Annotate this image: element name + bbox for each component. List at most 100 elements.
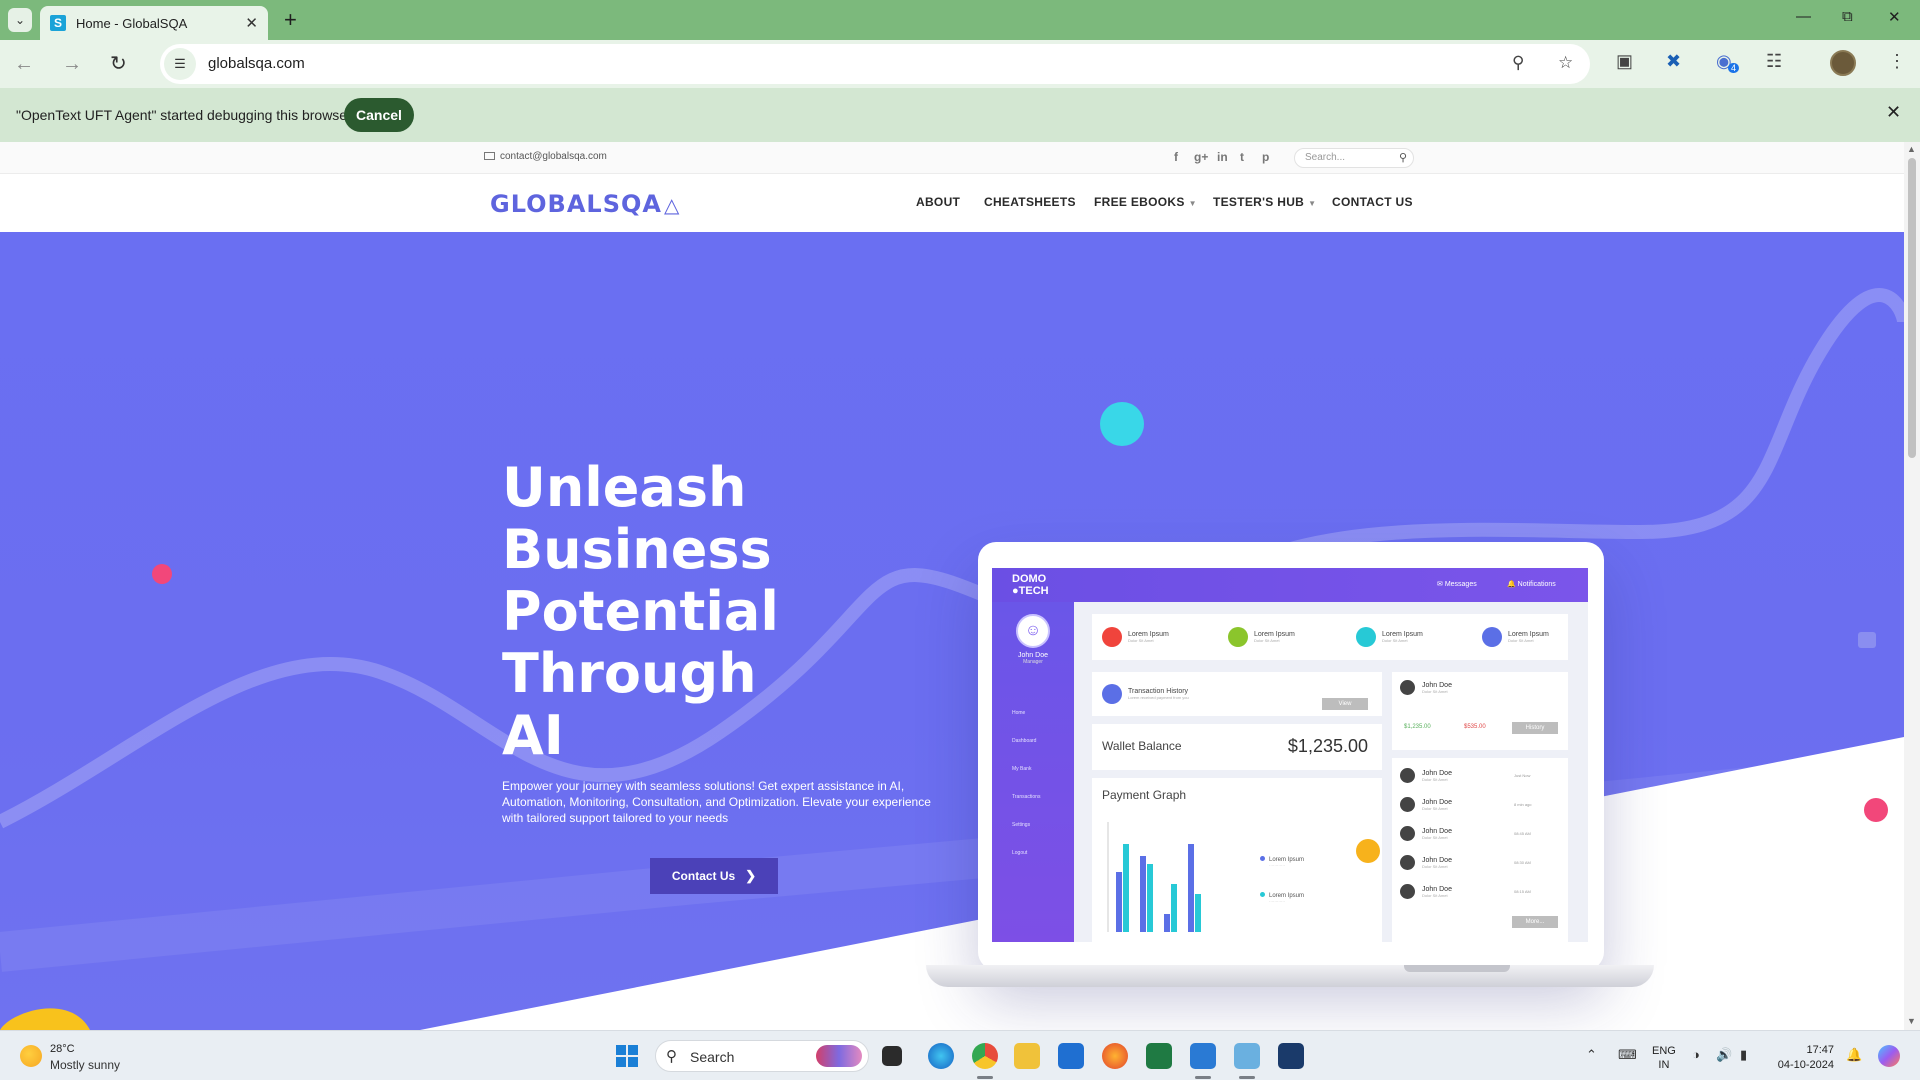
network-app-icon[interactable] — [1234, 1043, 1260, 1069]
person-item: John Doe Dolor Sit Amet 08:30 AM — [1400, 855, 1531, 870]
dashboard-brand: DOMO ●TECH — [1012, 573, 1049, 597]
transaction-item: Transaction History Lorem received paymen… — [1102, 684, 1189, 704]
scroll-thumb[interactable] — [1908, 158, 1916, 458]
linkedin-icon[interactable]: in — [1217, 150, 1228, 164]
extension-x-icon[interactable]: ✖ — [1666, 51, 1681, 72]
dashboard-menu-item: Logout — [1012, 850, 1028, 856]
back-button[interactable]: ← — [14, 52, 34, 76]
site-logo[interactable]: GLOBALSQA △ — [490, 190, 680, 218]
nav-cheatsheets[interactable]: CHEATSHEETS — [984, 195, 1076, 209]
volume-icon[interactable]: 🔊 — [1716, 1047, 1732, 1063]
task-view-icon[interactable] — [882, 1046, 902, 1066]
minimize-button[interactable]: — — [1796, 8, 1811, 25]
weather-temperature[interactable]: 28°C — [50, 1043, 75, 1055]
headline-line: Through — [502, 642, 757, 705]
extension-badge: 4 — [1728, 63, 1740, 73]
reload-button[interactable]: ↻ — [110, 52, 127, 76]
chevron-down-icon: ⌄ — [14, 13, 26, 27]
browser-tab-active[interactable]: S Home - GlobalSQA ✕ — [40, 6, 268, 40]
nav-contact-us[interactable]: CONTACT US — [1332, 195, 1413, 209]
close-window-button[interactable]: ✕ — [1888, 8, 1901, 26]
scroll-up-arrow-icon[interactable]: ▲ — [1907, 144, 1916, 154]
dashboard-menu-item: Transactions — [1012, 794, 1041, 800]
weather-sun-icon[interactable] — [20, 1045, 42, 1067]
kebab-menu-icon[interactable]: ⋮ — [1888, 51, 1906, 72]
weather-description[interactable]: Mostly sunny — [50, 1058, 120, 1072]
windows-start-icon[interactable] — [616, 1045, 638, 1067]
stat-item: Lorem Ipsum Dolor Sit Amet — [1482, 627, 1549, 647]
wallet-label: Wallet Balance — [1102, 739, 1182, 753]
person-item: John Doe Dolor Sit Amet Just Now — [1400, 768, 1530, 783]
infobar-close-icon[interactable]: ✕ — [1886, 102, 1901, 123]
excel-icon[interactable] — [1146, 1043, 1172, 1069]
laptop-notch — [1404, 965, 1510, 972]
forward-button[interactable]: → — [62, 52, 82, 76]
wifi-icon[interactable]: ◑ — [1692, 1047, 1700, 1062]
azure-icon[interactable] — [1278, 1043, 1304, 1069]
site-search-input[interactable]: Search... ⚲ — [1294, 148, 1414, 168]
notifications-label: 🔔 Notifications — [1507, 581, 1556, 588]
url-text[interactable]: globalsqa.com — [208, 55, 305, 72]
notification-bell-icon[interactable]: 🔔 — [1846, 1047, 1862, 1063]
keyboard-icon[interactable]: ⌨ — [1618, 1047, 1637, 1063]
search-icon[interactable]: ⚲ — [1399, 151, 1407, 164]
twitter-icon[interactable]: t — [1240, 150, 1244, 164]
restore-button[interactable]: ⧉ — [1842, 8, 1853, 25]
camera-icon[interactable]: ▣ — [1616, 51, 1633, 72]
stat-dot — [1102, 627, 1122, 647]
stat-item: Lorem Ipsum Dolor Sit Amet — [1102, 627, 1169, 647]
chevron-up-icon[interactable]: ⌃ — [1586, 1047, 1597, 1063]
person-card: John Doe Dolor Sit Amet $1,235.00 $535.00… — [1392, 672, 1568, 750]
taskbar-search[interactable]: ⚲ Search — [655, 1040, 869, 1072]
nav-testers-hub[interactable]: TESTER'S HUB ▼ — [1213, 195, 1316, 209]
copilot-icon[interactable] — [1878, 1045, 1900, 1067]
email-link[interactable]: contact@globalsqa.com — [484, 151, 607, 162]
active-app-indicator — [977, 1076, 993, 1079]
infobar-cancel-button[interactable]: Cancel — [344, 98, 414, 132]
google-plus-icon[interactable]: g+ — [1194, 150, 1208, 164]
profile-avatar[interactable] — [1830, 50, 1856, 76]
battery-icon[interactable]: ▮ — [1740, 1047, 1747, 1063]
decorative-cyan-dot — [1100, 402, 1144, 446]
site-header: GLOBALSQA △ ABOUT CHEATSHEETS FREE EBOOKS… — [0, 174, 1904, 232]
contact-us-button[interactable]: Contact Us ❯ — [650, 858, 778, 894]
chrome-icon[interactable] — [972, 1043, 998, 1069]
pinterest-icon[interactable]: p — [1262, 150, 1269, 164]
dashboard-menu-item: Settings — [1012, 822, 1031, 828]
infobar-message: "OpenText UFT Agent" started debugging t… — [16, 107, 352, 123]
facebook-icon[interactable]: f — [1174, 150, 1178, 164]
page-scrollbar[interactable]: ▲ ▼ — [1904, 142, 1920, 1030]
chat-widget-icon[interactable] — [1858, 632, 1876, 648]
headline-line: Unleash — [502, 456, 747, 519]
language-indicator[interactable]: ENG IN — [1652, 1044, 1676, 1072]
scroll-down-arrow-icon[interactable]: ▼ — [1907, 1016, 1916, 1026]
firefox-icon[interactable] — [1102, 1043, 1128, 1069]
hero-subtitle: Empower your journey with seamless solut… — [502, 779, 931, 825]
site-info-icon[interactable]: ☰ — [164, 48, 196, 80]
system-clock[interactable]: 17:47 04-10-2024 — [1774, 1043, 1834, 1073]
dashboard-menu-item: Home — [1012, 710, 1026, 716]
mini-bar-chart — [1107, 822, 1201, 932]
decorative-pink-dot — [1864, 798, 1888, 822]
address-bar[interactable]: ☰ globalsqa.com ⚲ ☆ — [160, 44, 1590, 84]
nav-about[interactable]: ABOUT — [916, 195, 960, 209]
extensions-puzzle-icon[interactable]: ☷ — [1766, 51, 1782, 72]
zoom-icon[interactable]: ⚲ — [1512, 53, 1524, 73]
new-tab-button[interactable]: + — [284, 8, 297, 32]
messages-label: ✉ Messages — [1437, 581, 1477, 588]
taskbar-search-label: Search — [690, 1049, 735, 1065]
notepad-icon[interactable] — [1190, 1043, 1216, 1069]
top-contact-strip: contact@globalsqa.com f g+ in t p Search… — [0, 142, 1904, 174]
bookmark-star-icon[interactable]: ☆ — [1558, 53, 1573, 73]
file-explorer-icon[interactable] — [1014, 1043, 1040, 1069]
nav-free-ebooks[interactable]: FREE EBOOKS ▼ — [1094, 195, 1197, 209]
edge-icon[interactable] — [928, 1043, 954, 1069]
tab-list-button[interactable]: ⌄ — [8, 8, 32, 32]
payment-graph-card: Payment Graph Lorem Ipsum ············ Lo… — [1092, 778, 1382, 942]
tab-close-icon[interactable]: ✕ — [245, 14, 258, 32]
nav-contact-us-label: CONTACT US — [1332, 195, 1413, 209]
dashboard-topbar: DOMO ●TECH ✉ Messages 🔔 Notifications — [992, 568, 1588, 602]
dashboard-sidebar: ☺ John Doe Manager Home Dashboard My Bank… — [992, 602, 1074, 942]
store-icon[interactable] — [1058, 1043, 1084, 1069]
extension-uft-icon[interactable]: ◉ 4 — [1716, 51, 1740, 73]
